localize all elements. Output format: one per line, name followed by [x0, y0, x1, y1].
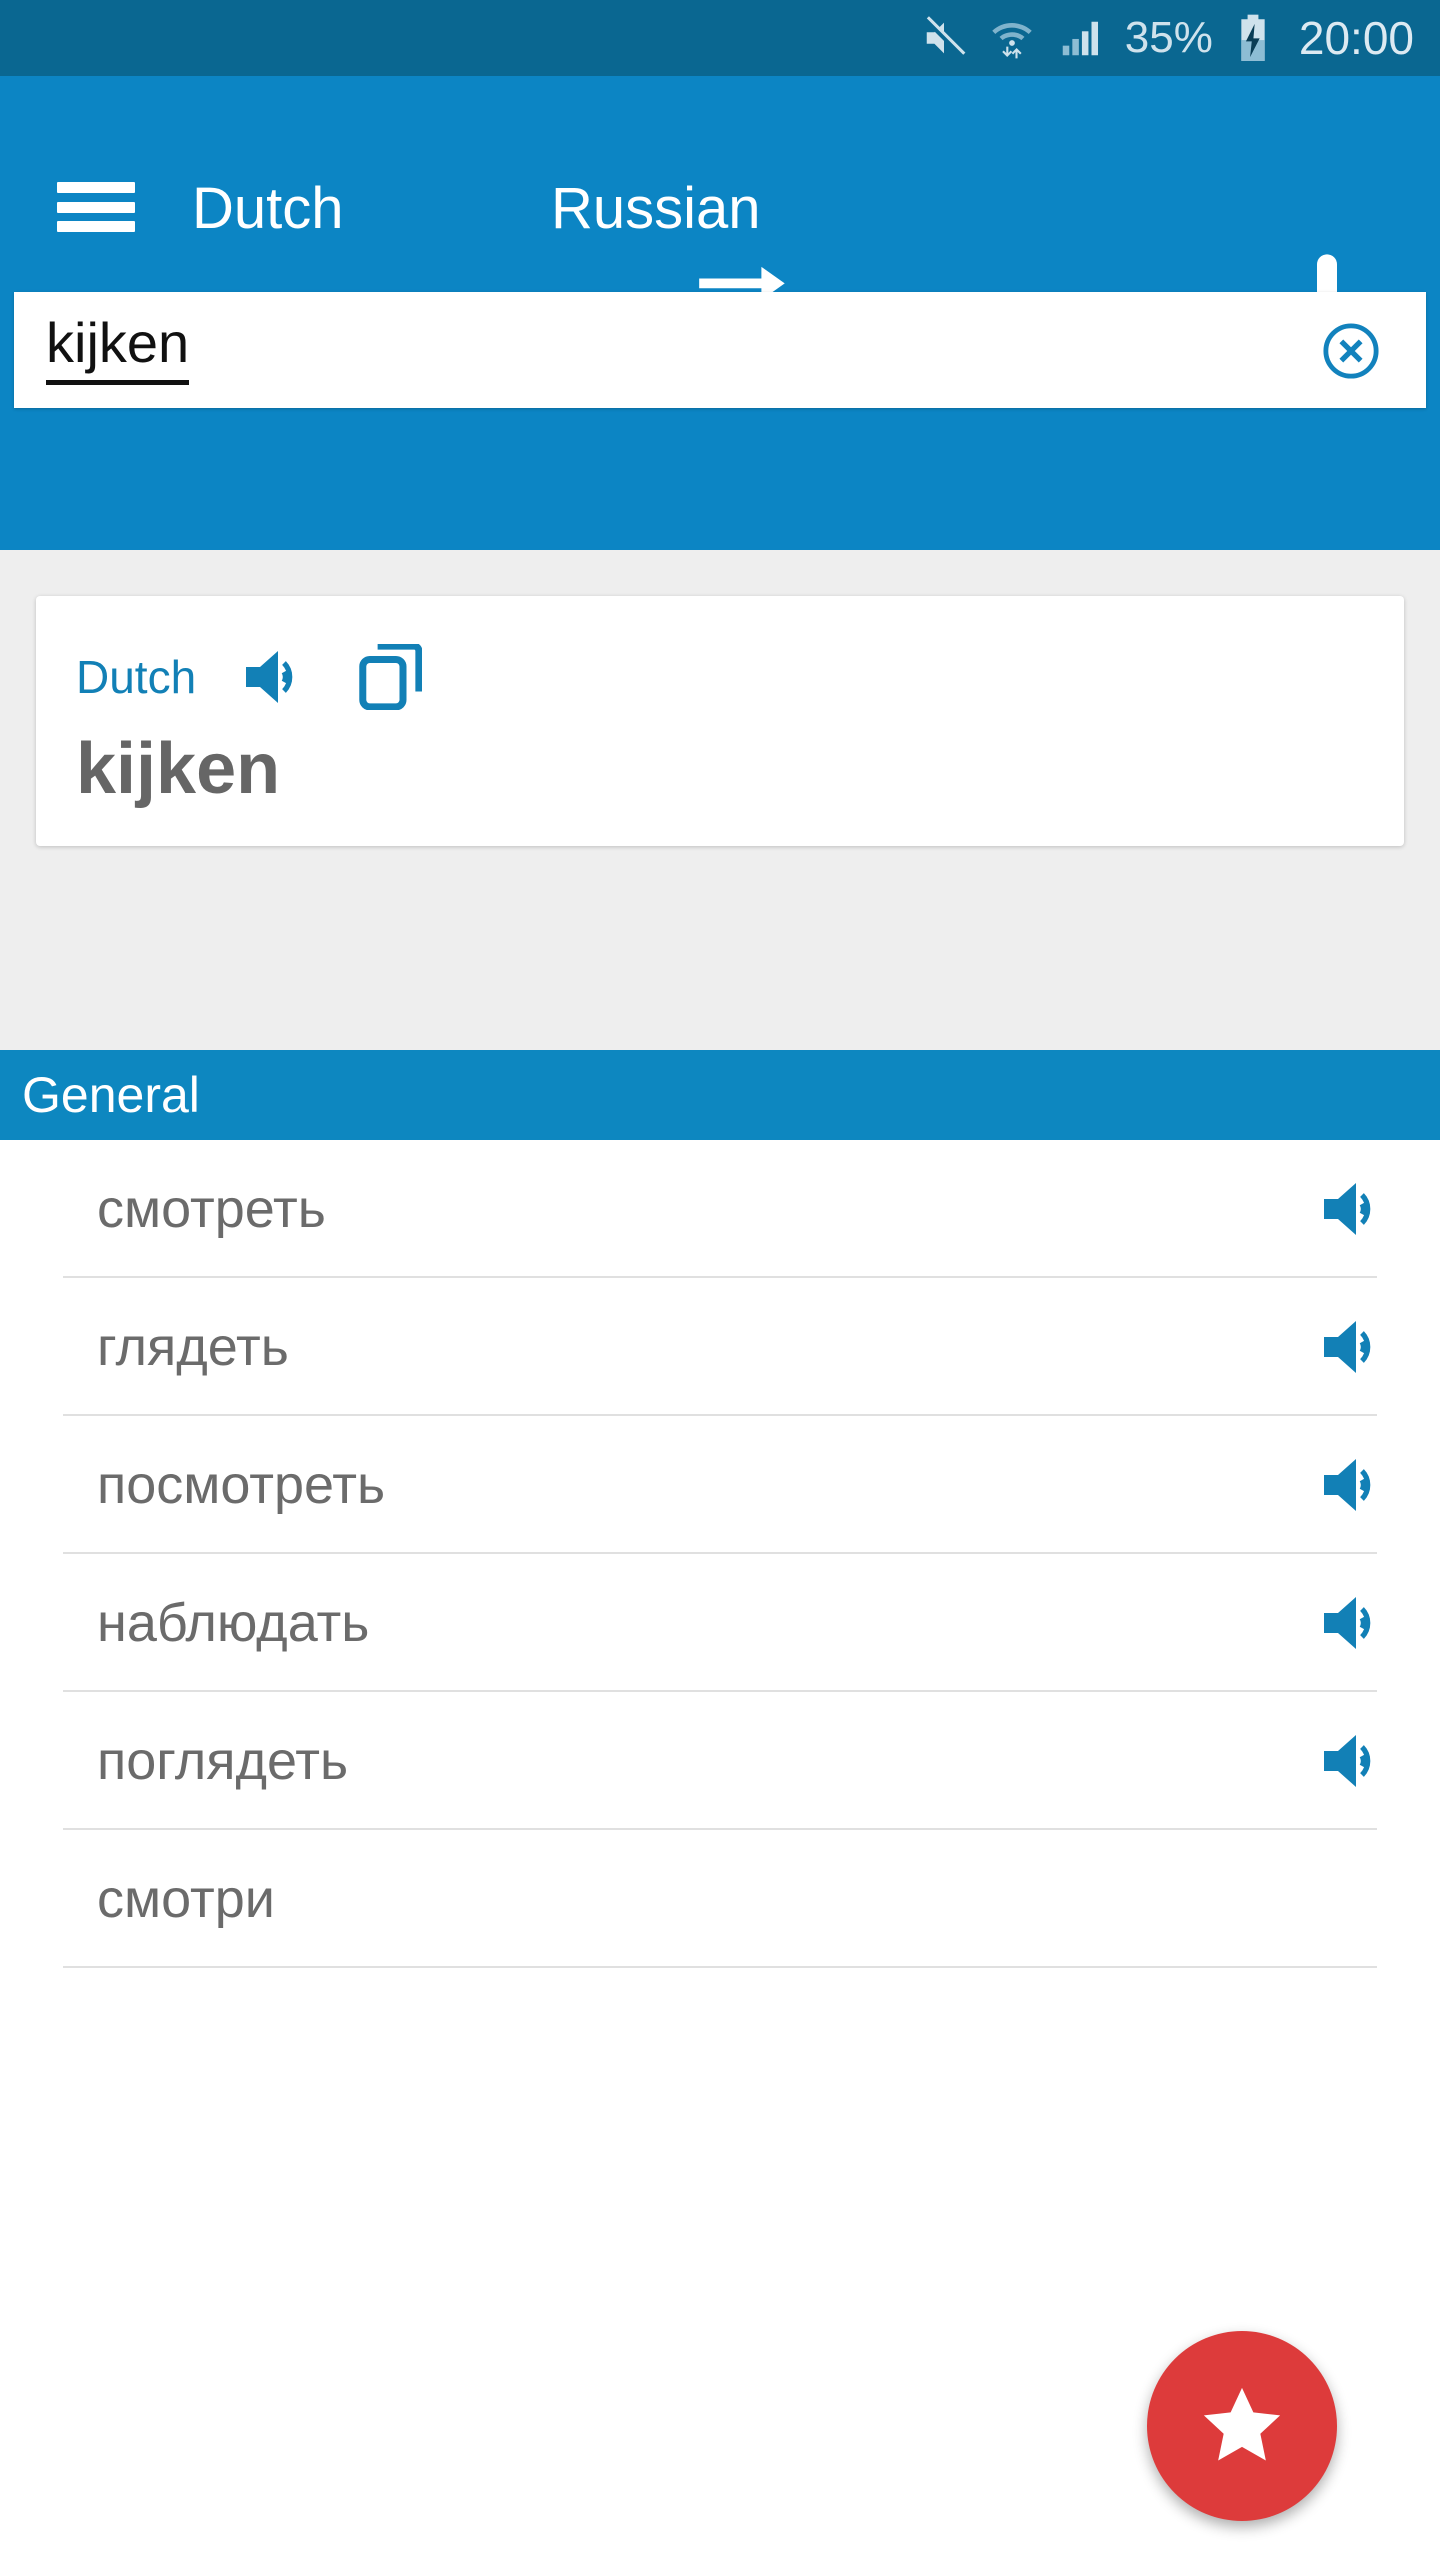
target-language-button[interactable]: Russian — [551, 171, 761, 247]
section-header-label: General — [22, 1067, 200, 1123]
battery-percent-label: 35% — [1124, 13, 1213, 62]
battery-charging-icon — [1241, 14, 1265, 61]
speaker-icon[interactable] — [242, 649, 306, 705]
section-header: General — [0, 1050, 1440, 1140]
wifi-icon — [992, 23, 1032, 59]
cell-signal-icon — [1062, 21, 1098, 56]
speaker-icon[interactable] — [1320, 1732, 1384, 1790]
clear-circle-icon[interactable] — [1322, 322, 1380, 380]
favorite-fab-button[interactable] — [1147, 2331, 1337, 2521]
source-card-language-label: Dutch — [76, 651, 197, 703]
list-item[interactable]: наблюдать — [0, 1554, 1440, 1692]
list-item[interactable]: посмотреть — [0, 1416, 1440, 1554]
translation-text: посмотреть — [97, 1455, 386, 1515]
speaker-icon[interactable] — [1320, 1180, 1384, 1238]
list-item[interactable]: поглядеть — [0, 1692, 1440, 1830]
hamburger-line — [57, 221, 135, 232]
list-item[interactable]: смотри — [0, 1830, 1440, 1968]
hamburger-line — [57, 201, 135, 213]
list-divider — [63, 1966, 1377, 1968]
status-bar-icons: 35% 20:00 — [921, 13, 1414, 63]
hamburger-line — [57, 182, 135, 193]
translation-text: поглядеть — [97, 1731, 349, 1791]
speaker-icon[interactable] — [1320, 1318, 1384, 1376]
clock-label: 20:00 — [1298, 12, 1414, 64]
translation-text: глядеть — [97, 1317, 289, 1377]
translation-text: смотреть — [97, 1179, 326, 1239]
speaker-icon[interactable] — [1320, 1456, 1384, 1514]
star-icon — [1203, 2387, 1281, 2461]
list-item[interactable]: глядеть — [0, 1278, 1440, 1416]
source-word-card[interactable]: Dutch kijken — [36, 596, 1404, 846]
hamburger-menu-icon[interactable] — [57, 182, 135, 232]
source-card-header: Dutch — [76, 644, 423, 710]
translation-text: смотри — [97, 1869, 275, 1929]
mute-icon — [923, 16, 966, 58]
source-card-word: kijken — [76, 729, 281, 809]
app-bar: Dutch Russian kijken — [0, 76, 1440, 550]
source-language-button[interactable]: Dutch — [192, 171, 344, 247]
copy-icon[interactable] — [358, 644, 423, 710]
list-item[interactable]: смотреть — [0, 1140, 1440, 1278]
search-input-value[interactable]: kijken — [46, 310, 190, 385]
search-input[interactable]: kijken — [14, 292, 1426, 408]
translation-result-list: смотреть глядеть посмотреть наблюдать по… — [0, 1140, 1440, 1968]
status-bar: 35% 20:00 — [0, 0, 1440, 76]
translation-text: наблюдать — [97, 1593, 370, 1653]
speaker-icon[interactable] — [1320, 1594, 1384, 1652]
